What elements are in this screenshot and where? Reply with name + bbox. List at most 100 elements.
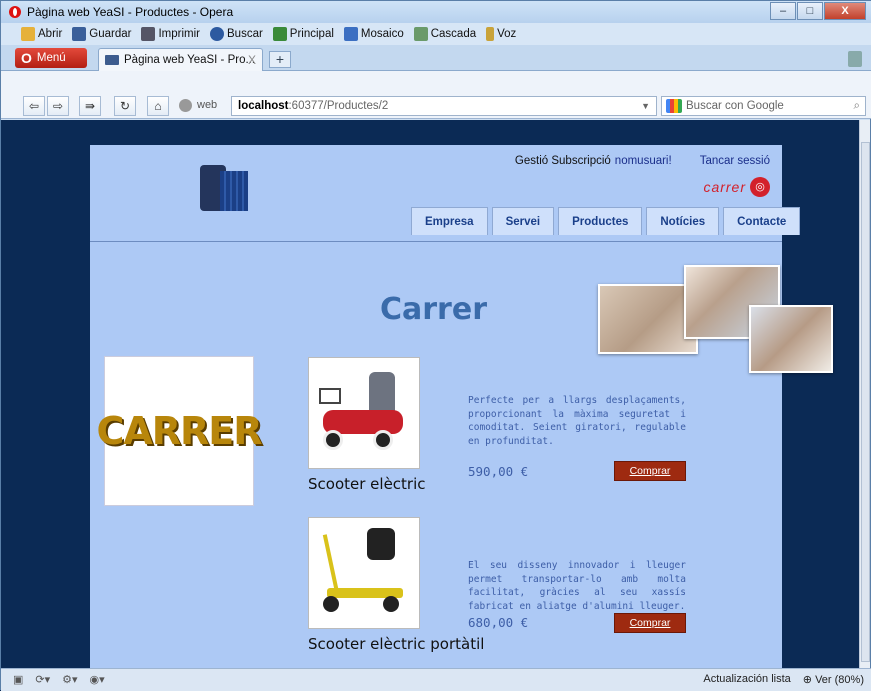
open-label: Abrir xyxy=(38,28,63,40)
product-card: Scooter elèctric portàtil El seu disseny… xyxy=(306,517,706,657)
tab-bar: O Menú Pàgina web YeaSI - Pro... X + xyxy=(1,45,871,71)
voice-button[interactable]: Voz xyxy=(486,27,516,41)
site-page: Gestió Subscripció nomusuari! Tancar ses… xyxy=(90,145,833,668)
zoom-control[interactable]: ⊕ Ver (80%) xyxy=(803,673,864,686)
product-price: 680,00 € xyxy=(468,615,529,630)
window-controls: – □ X xyxy=(769,2,866,20)
open-button[interactable]: Abrir xyxy=(21,27,62,41)
back-button[interactable]: ⇦ xyxy=(23,96,45,116)
turbo-icon[interactable]: ⚙▾ xyxy=(62,673,77,686)
username-link[interactable]: nomusuari! xyxy=(615,155,672,167)
cascade-icon xyxy=(413,27,428,41)
voice-label: Voz xyxy=(497,28,517,40)
forward-button[interactable]: ⇨ xyxy=(47,96,69,116)
brand-image: CARRER xyxy=(96,356,263,506)
trash-icon[interactable] xyxy=(848,51,862,67)
vertical-scrollbar[interactable] xyxy=(859,120,870,668)
web-badge: web xyxy=(197,99,218,111)
nav-empresa[interactable]: Empresa xyxy=(411,207,488,235)
print-button[interactable]: Imprimir xyxy=(141,27,200,41)
nav-servei[interactable]: Servei xyxy=(491,207,555,235)
cascade-label: Cascada xyxy=(430,28,477,40)
tab-label: Pàgina web YeaSI - Pro... xyxy=(124,54,256,66)
folder-icon xyxy=(21,27,35,41)
browser-toolbar: Abrir Guardar Imprimir Buscar Principal … xyxy=(1,23,871,45)
status-bar: ▣ ⟳▾ ⚙▾ ◉▾ Actualización lista ⊕ Ver (80… xyxy=(1,668,871,691)
buy-button[interactable]: Comprar xyxy=(614,461,686,481)
product-card: Scooter elèctric Perfecte per a llargs d… xyxy=(306,357,706,497)
sync-icon[interactable]: ⟳▾ xyxy=(35,673,50,686)
printer-icon xyxy=(141,27,156,41)
header-divider xyxy=(90,241,782,242)
nav-contacte[interactable]: Contacte xyxy=(723,207,801,235)
brand-logo[interactable]: carrer ◎ xyxy=(703,177,770,197)
product-description: Perfecte per a llargs desplaçaments, pro… xyxy=(468,395,686,447)
search-placeholder: Buscar con Google xyxy=(686,100,784,112)
floppy-icon xyxy=(72,27,87,41)
url-path: :60377/Productes/2 xyxy=(288,100,389,112)
scrollbar-thumb[interactable] xyxy=(861,142,870,662)
home-button[interactable]: Principal xyxy=(272,27,334,41)
tab-active[interactable]: Pàgina web YeaSI - Pro... X xyxy=(98,48,263,71)
zoom-label: Ver (80%) xyxy=(815,674,864,686)
address-bar[interactable]: localhost:60377/Productes/2 ▼ xyxy=(231,96,657,116)
save-button[interactable]: Guardar xyxy=(72,27,131,41)
product-image[interactable] xyxy=(308,357,420,469)
cascade-button[interactable]: Cascada xyxy=(413,27,477,41)
search-label: Buscar xyxy=(227,28,263,40)
microphone-icon xyxy=(486,27,495,41)
home-icon xyxy=(272,27,287,41)
menu-label: Menú xyxy=(36,52,66,64)
site-logo[interactable] xyxy=(200,165,248,215)
product-image[interactable] xyxy=(308,517,420,629)
chevron-down-icon[interactable]: ▼ xyxy=(641,101,650,111)
minimize-button[interactable]: – xyxy=(770,2,796,20)
panel-toggle-icon[interactable]: ▣ xyxy=(13,673,23,686)
home-nav-button[interactable]: ⌂ xyxy=(147,96,169,116)
tile-icon xyxy=(343,27,358,41)
product-title[interactable]: Scooter elèctric portàtil xyxy=(308,635,484,653)
search-icon xyxy=(210,27,224,41)
product-title[interactable]: Scooter elèctric xyxy=(308,475,426,493)
opera-menu-button[interactable]: O Menú xyxy=(15,48,87,68)
page-heading: Carrer xyxy=(380,292,487,327)
cart-icon: ◎ xyxy=(750,177,770,197)
brand-image-text: CARRER xyxy=(96,409,262,453)
fast-forward-button[interactable]: ⇛ xyxy=(79,96,101,116)
google-icon xyxy=(666,99,682,113)
tile-button[interactable]: Mosaico xyxy=(343,27,404,41)
photo-elderly-woman xyxy=(598,284,698,354)
url-host: localhost xyxy=(238,100,289,112)
logout-link[interactable]: Tancar sessió xyxy=(700,155,770,167)
brand-logo-text: carrer xyxy=(703,179,746,195)
save-label: Guardar xyxy=(89,28,132,40)
window-title: Pàgina web YeaSI - Productes - Opera xyxy=(27,5,234,19)
reload-button[interactable]: ↻ xyxy=(114,96,136,116)
favicon-icon xyxy=(105,55,119,65)
buy-button[interactable]: Comprar xyxy=(614,613,686,633)
photo-elderly-man xyxy=(749,305,833,373)
opera-logo-icon xyxy=(9,6,21,18)
zoom-icon: ⊕ xyxy=(802,674,816,686)
magnifier-icon[interactable]: ⌕ xyxy=(854,100,860,113)
page-viewport: Gestió Subscripció nomusuari! Tancar ses… xyxy=(1,120,861,668)
home-label: Principal xyxy=(289,28,334,40)
status-right: Actualización lista ⊕ Ver (80%) xyxy=(703,673,864,686)
site-nav: Empresa Servei Productes Notícies Contac… xyxy=(411,207,804,235)
tile-label: Mosaico xyxy=(360,28,404,40)
search-button[interactable]: Buscar xyxy=(210,27,263,41)
search-field[interactable]: Buscar con Google ⌕ xyxy=(661,96,866,116)
settings-icon[interactable]: ◉▾ xyxy=(90,673,105,686)
title-bar: Pàgina web YeaSI - Productes - Opera – □… xyxy=(1,1,871,23)
new-tab-button[interactable]: + xyxy=(269,51,291,68)
product-description: El seu disseny innovador i lleuger perme… xyxy=(468,560,686,612)
close-window-button[interactable]: X xyxy=(824,2,866,20)
maximize-button[interactable]: □ xyxy=(797,2,823,20)
subscription-link[interactable]: Gestió Subscripció xyxy=(515,155,611,167)
close-tab-icon[interactable]: X xyxy=(248,53,256,67)
nav-noticies[interactable]: Notícies xyxy=(646,207,720,235)
status-text: Actualización lista xyxy=(703,673,791,685)
nav-productes[interactable]: Productes xyxy=(558,207,643,235)
status-tools: ▣ ⟳▾ ⚙▾ ◉▾ xyxy=(13,673,117,686)
product-price: 590,00 € xyxy=(468,464,529,479)
